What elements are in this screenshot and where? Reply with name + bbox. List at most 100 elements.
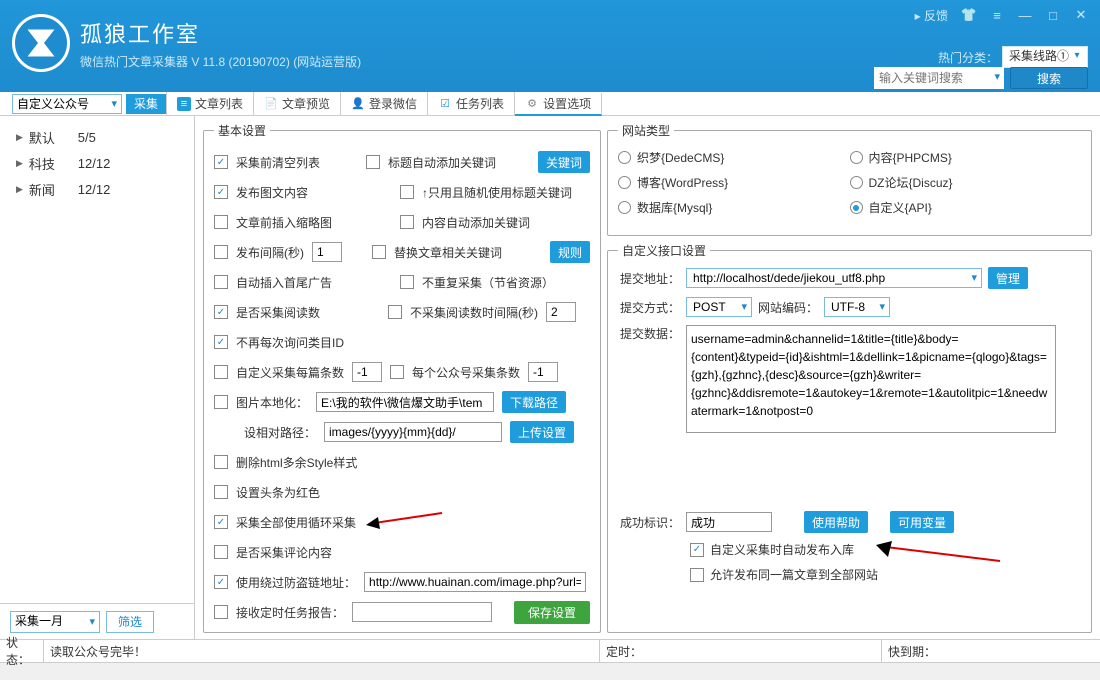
- cb-delstyle[interactable]: [214, 455, 228, 469]
- cb-readcount[interactable]: [214, 305, 228, 319]
- cb-perart[interactable]: [214, 365, 228, 379]
- cb-onlyrand[interactable]: [400, 185, 414, 199]
- interval-input[interactable]: [312, 242, 342, 262]
- sched-input[interactable]: [352, 602, 492, 622]
- upload-setting-button[interactable]: 上传设置: [510, 421, 574, 443]
- cb-bypass[interactable]: [214, 575, 228, 589]
- cb-interval[interactable]: [214, 245, 228, 259]
- app-logo-icon: [12, 14, 70, 72]
- status-message: 读取公众号完毕！: [44, 640, 600, 662]
- arrow-annotation-icon: [874, 541, 1004, 571]
- cb-norepeat[interactable]: [400, 275, 414, 289]
- nointerval-input[interactable]: [546, 302, 576, 322]
- triangle-icon: ▶: [16, 184, 23, 195]
- radio-wordpress[interactable]: [618, 176, 631, 189]
- app-title: 孤狼工作室: [80, 17, 361, 49]
- search-button[interactable]: 搜索: [1010, 67, 1088, 89]
- tree-item-tech[interactable]: ▶科技 12/12: [6, 150, 188, 176]
- radio-dedecms[interactable]: [618, 151, 631, 164]
- keyword-button[interactable]: 关键词: [538, 151, 590, 173]
- cb-replace[interactable]: [372, 245, 386, 259]
- hot-category-combo[interactable]: 采集线路①: [1002, 46, 1088, 68]
- tab-settings[interactable]: ⚙设置选项: [515, 93, 602, 116]
- cb-local[interactable]: [214, 395, 228, 409]
- help-button[interactable]: 使用帮助: [804, 511, 868, 533]
- cb-bodykw[interactable]: [400, 215, 414, 229]
- post-data-textarea[interactable]: username=admin&channelid=1&title={title}…: [686, 325, 1056, 433]
- status-expire: 快到期：: [882, 640, 1100, 662]
- save-settings-button[interactable]: 保存设置: [514, 601, 590, 624]
- rule-button[interactable]: 规则: [550, 241, 590, 263]
- cb-pubimg[interactable]: [214, 185, 228, 199]
- download-path-button[interactable]: 下载路径: [502, 391, 566, 413]
- pergzh-input[interactable]: [528, 362, 558, 382]
- cb-autopub[interactable]: [690, 543, 704, 557]
- perart-input[interactable]: [352, 362, 382, 382]
- cb-redhead[interactable]: [214, 485, 228, 499]
- status-label: 状态：: [0, 640, 44, 662]
- radio-mysql[interactable]: [618, 201, 631, 214]
- cb-allowdup[interactable]: [690, 568, 704, 582]
- person-icon: 👤: [351, 97, 365, 111]
- tab-login-wechat[interactable]: 👤登录微信: [341, 92, 428, 115]
- cb-thumb[interactable]: [214, 215, 228, 229]
- triangle-icon: ▶: [16, 158, 23, 169]
- radio-api[interactable]: [850, 201, 863, 214]
- feedback-link[interactable]: ▸ 反馈: [909, 4, 954, 26]
- method-combo[interactable]: POST: [686, 297, 752, 317]
- tab-article-list[interactable]: ≡文章列表: [167, 92, 254, 115]
- cb-autokw[interactable]: [366, 155, 380, 169]
- close-icon[interactable]: ✕: [1068, 4, 1094, 26]
- cb-headad[interactable]: [214, 275, 228, 289]
- api-legend: 自定义接口设置: [618, 242, 710, 259]
- cb-comments[interactable]: [214, 545, 228, 559]
- minimize-icon[interactable]: —: [1012, 4, 1038, 26]
- tree-item-default[interactable]: ▶默认 5/5: [6, 124, 188, 150]
- basic-legend: 基本设置: [214, 122, 270, 139]
- app-subtitle: 微信热门文章采集器 V 11.8 (20190702) (网站运营版): [80, 53, 361, 70]
- menu-icon[interactable]: ≡: [984, 4, 1010, 26]
- status-timer: 定时：: [600, 640, 882, 662]
- tree-item-news[interactable]: ▶新闻 12/12: [6, 176, 188, 202]
- list-icon: ≡: [177, 97, 191, 111]
- site-type-settings: 网站类型 织梦{DedeCMS} 内容{PHPCMS} 博客{WordPress…: [607, 122, 1092, 236]
- cb-sched[interactable]: [214, 605, 228, 619]
- filter-button[interactable]: 筛选: [106, 611, 154, 633]
- rel-path-input[interactable]: [324, 422, 502, 442]
- hot-category: 热门分类： 采集线路①: [938, 46, 1088, 68]
- success-flag-input[interactable]: [686, 512, 772, 532]
- vars-button[interactable]: 可用变量: [890, 511, 954, 533]
- source-combo[interactable]: 自定义公众号: [12, 94, 122, 114]
- arrow-annotation-icon: [364, 511, 444, 531]
- toolbar: 自定义公众号 采集 ≡文章列表 📄文章预览 👤登录微信 ☑任务列表 ⚙设置选项: [0, 92, 1100, 116]
- status-bar: 状态： 读取公众号完毕！ 定时： 快到期：: [0, 639, 1100, 663]
- skin-icon[interactable]: 👕: [956, 4, 982, 26]
- search-input[interactable]: [874, 67, 1004, 89]
- tab-article-preview[interactable]: 📄文章预览: [254, 92, 341, 115]
- bypass-url-input[interactable]: [364, 572, 586, 592]
- tab-task-list[interactable]: ☑任务列表: [428, 92, 515, 115]
- site-type-legend: 网站类型: [618, 122, 674, 139]
- title-bar: ▸ 反馈 👕 ≡ — □ ✕ 孤狼工作室 微信热门文章采集器 V 11.8 (2…: [0, 0, 1100, 92]
- radio-discuz[interactable]: [850, 176, 863, 189]
- api-url-combo[interactable]: http://localhost/dede/jiekou_utf8.php: [686, 268, 982, 288]
- triangle-icon: ▶: [16, 132, 23, 143]
- encoding-combo[interactable]: UTF-8: [824, 297, 890, 317]
- manage-button[interactable]: 管理: [988, 267, 1028, 289]
- cb-noask[interactable]: [214, 335, 228, 349]
- api-settings: 自定义接口设置 提交地址： http://localhost/dede/jiek…: [607, 242, 1092, 633]
- maximize-icon[interactable]: □: [1040, 4, 1066, 26]
- category-tree: ▶默认 5/5 ▶科技 12/12 ▶新闻 12/12: [0, 116, 194, 603]
- cb-clear[interactable]: [214, 155, 228, 169]
- cb-nointerval[interactable]: [388, 305, 402, 319]
- checkbox-icon: ☑: [438, 97, 452, 111]
- window-controls: ▸ 反馈 👕 ≡ — □ ✕: [909, 4, 1094, 26]
- collect-button[interactable]: 采集: [126, 94, 166, 114]
- gear-icon: ⚙: [525, 97, 539, 111]
- local-path-input[interactable]: [316, 392, 494, 412]
- cb-pergzh[interactable]: [390, 365, 404, 379]
- cb-loopall[interactable]: [214, 515, 228, 529]
- month-combo[interactable]: 采集一月: [10, 611, 100, 633]
- sidebar: ▶默认 5/5 ▶科技 12/12 ▶新闻 12/12 采集一月 筛选: [0, 116, 195, 639]
- radio-phpcms[interactable]: [850, 151, 863, 164]
